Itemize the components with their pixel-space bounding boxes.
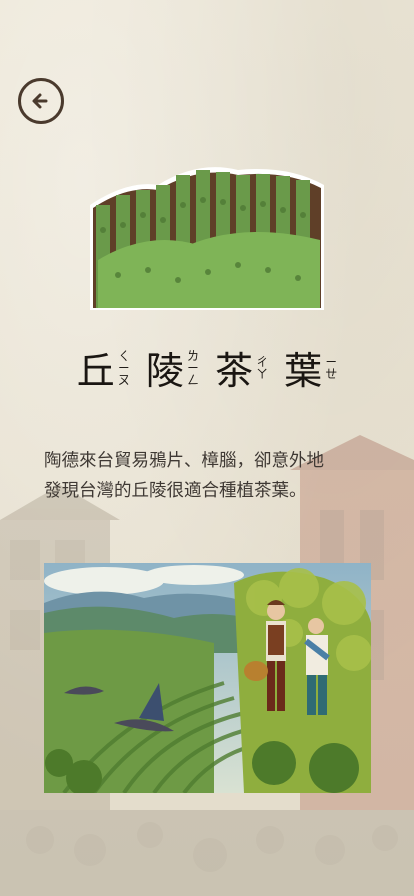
title-zhuyin: ㄔ ㄚ bbox=[256, 356, 268, 380]
title-hanzi: 葉 bbox=[284, 349, 323, 393]
story-illustration bbox=[44, 563, 371, 793]
zhuyin-symbol: ㄥ bbox=[186, 372, 199, 387]
zhuyin-symbol: ㄔ bbox=[256, 354, 269, 369]
title-hanzi: 丘 bbox=[76, 349, 115, 393]
arrow-left-circle-icon bbox=[32, 93, 48, 109]
title-zhuyin: ㄧ ㄝ bbox=[325, 356, 337, 380]
title-char-4: 葉 ㄧ ㄝ bbox=[284, 340, 337, 395]
title-zhuyin: ㄌ ㄧ ㄥ bbox=[187, 350, 199, 386]
page-title: 丘 ㄑ ㄧ ㄡ 陵 ㄌ ㄧ ㄥ 茶 ㄔ ㄚ 葉 ㄧ ㄝ bbox=[0, 340, 414, 395]
zhuyin-symbol: ㄧ bbox=[325, 354, 338, 369]
description-line: 發現台灣的丘陵很適合種植茶葉。 bbox=[44, 481, 307, 501]
zhuyin-symbol: ㄧ bbox=[186, 360, 199, 375]
zhuyin-symbol: ㄡ bbox=[117, 372, 130, 387]
zhuyin-symbol: ㄝ bbox=[325, 366, 338, 381]
title-char-1: 丘 ㄑ ㄧ ㄡ bbox=[77, 340, 130, 395]
zhuyin-symbol: ㄑ bbox=[117, 348, 130, 363]
title-char-2: 陵 ㄌ ㄧ ㄥ bbox=[146, 340, 199, 395]
zhuyin-symbol: ㄌ bbox=[186, 348, 199, 363]
description-text: 陶德來台貿易鴉片、樟腦，卻意外地 發現台灣的丘陵很適合種植茶葉。 bbox=[44, 446, 384, 506]
title-zhuyin: ㄑ ㄧ ㄡ bbox=[118, 350, 130, 386]
zhuyin-symbol: ㄧ bbox=[117, 360, 130, 375]
back-button[interactable] bbox=[18, 78, 64, 124]
title-char-3: 茶 ㄔ ㄚ bbox=[215, 340, 268, 395]
zhuyin-symbol: ㄚ bbox=[256, 366, 269, 381]
title-hanzi: 茶 bbox=[215, 349, 254, 393]
title-hanzi: 陵 bbox=[145, 349, 184, 393]
tea-hill-icon bbox=[90, 167, 324, 310]
description-line: 陶德來台貿易鴉片、樟腦，卻意外地 bbox=[44, 451, 324, 471]
